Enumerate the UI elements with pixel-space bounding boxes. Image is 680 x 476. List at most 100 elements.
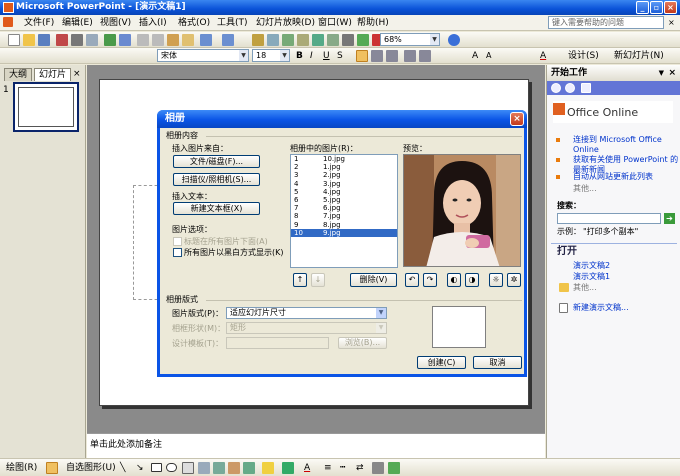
picture-list-item[interactable]: 9 8.jpg	[291, 221, 397, 229]
move-down-button[interactable]: ↓	[311, 273, 325, 287]
autoshapes-button[interactable]: 自选图形(U)	[66, 462, 116, 474]
diagram-icon[interactable]	[213, 462, 225, 474]
search-input[interactable]	[557, 213, 661, 224]
design-button[interactable]: 设计(S)	[568, 50, 599, 62]
grid-icon[interactable]	[357, 34, 369, 46]
format-painter-icon[interactable]	[182, 34, 194, 46]
underline-icon[interactable]: U	[323, 50, 330, 62]
dropdown-icon[interactable]: ▼	[659, 65, 664, 81]
oval-icon[interactable]	[166, 463, 177, 472]
decrease-font-icon[interactable]: A	[486, 50, 491, 62]
numbering-icon[interactable]	[404, 50, 416, 62]
remove-button[interactable]: 删除(V)	[350, 273, 397, 287]
draw-font-color-icon[interactable]: A	[304, 462, 310, 474]
picture-list-item[interactable]: 10 9.jpg	[291, 228, 397, 237]
research-icon[interactable]	[119, 34, 131, 46]
zoom-combo[interactable]: 68% ▼	[380, 33, 440, 46]
picture-icon[interactable]	[243, 462, 255, 474]
rotate-left-icon[interactable]: ↶	[405, 273, 419, 287]
font-name-combo[interactable]: 宋体 ▼	[157, 49, 249, 62]
picture-list-item[interactable]: 3 2.jpg	[291, 171, 397, 179]
close-pane-icon[interactable]: ×	[73, 68, 81, 80]
font-size-combo[interactable]: 18 ▼	[252, 49, 290, 62]
recent-file-1[interactable]: 演示文稿1	[573, 272, 610, 282]
design-template-input[interactable]	[226, 337, 329, 349]
create-button[interactable]: 创建(C)	[417, 356, 466, 369]
rotate-right-icon[interactable]: ↷	[423, 273, 437, 287]
insert-table-icon[interactable]	[267, 34, 279, 46]
file-disk-button[interactable]: 文件/磁盘(F)...	[173, 155, 260, 168]
home-icon[interactable]	[581, 83, 591, 93]
browse-button[interactable]: 浏览(B)...	[338, 337, 387, 349]
picture-list-item[interactable]: 4 3.jpg	[291, 180, 397, 188]
open-icon[interactable]	[23, 34, 35, 46]
minimize-button[interactable]: _	[636, 1, 649, 14]
expand-all-icon[interactable]	[327, 34, 339, 46]
insert-picture-icon[interactable]	[312, 34, 324, 46]
copy-icon[interactable]	[152, 34, 164, 46]
line-style-icon[interactable]: ≡	[324, 462, 332, 474]
menu-file[interactable]: 文件(F)	[24, 17, 54, 29]
textbox-icon[interactable]	[182, 462, 194, 474]
menu-view[interactable]: 视图(V)	[100, 17, 131, 29]
wordart-icon[interactable]	[198, 462, 210, 474]
tables-borders-icon[interactable]	[282, 34, 294, 46]
menu-tools[interactable]: 工具(T)	[217, 17, 248, 29]
black-white-checkbox[interactable]	[173, 248, 182, 257]
link-auto-update[interactable]: 自动从网站更新此列表	[573, 172, 653, 182]
dash-style-icon[interactable]: ┅	[340, 462, 345, 474]
maximize-button[interactable]: ▫	[650, 1, 663, 14]
picture-list-item[interactable]: 7 6.jpg	[291, 204, 397, 212]
menu-window[interactable]: 窗口(W)	[318, 17, 352, 29]
menu-help[interactable]: 帮助(H)	[357, 17, 389, 29]
close-icon[interactable]: ×	[668, 65, 676, 81]
link-new-presentation[interactable]: 新建演示文稿...	[573, 303, 629, 313]
link-more-files[interactable]: 其他...	[573, 283, 597, 293]
picture-list-item[interactable]: 6 5.jpg	[291, 196, 397, 204]
menu-edit[interactable]: 编辑(E)	[62, 17, 93, 29]
arrow-style-icon[interactable]: ⇄	[356, 462, 364, 474]
clipart-icon[interactable]	[228, 462, 240, 474]
increase-contrast-icon[interactable]: ◐	[447, 273, 461, 287]
move-up-button[interactable]: ↑	[293, 273, 307, 287]
bold-icon[interactable]: B	[296, 50, 303, 62]
dialog-close-button[interactable]: ×	[510, 112, 524, 126]
redo-icon[interactable]	[222, 34, 234, 46]
undo-icon[interactable]	[200, 34, 212, 46]
close-button[interactable]: ×	[664, 1, 677, 14]
menu-insert[interactable]: 插入(I)	[139, 17, 167, 29]
align-left-icon[interactable]	[356, 50, 368, 62]
paste-icon[interactable]	[167, 34, 179, 46]
permission-icon[interactable]	[56, 34, 68, 46]
link-connect-online[interactable]: 连接到 Microsoft Office Online	[573, 135, 677, 155]
decrease-brightness-icon[interactable]: ✲	[507, 273, 521, 287]
new-icon[interactable]	[8, 34, 20, 46]
3d-style-icon[interactable]	[388, 462, 400, 474]
picture-list-item[interactable]: 8 7.jpg	[291, 212, 397, 220]
rectangle-icon[interactable]	[151, 463, 162, 472]
bullets-icon[interactable]	[419, 50, 431, 62]
tab-slides[interactable]: 幻灯片	[34, 68, 72, 81]
line-color-icon[interactable]	[282, 462, 294, 474]
new-slide-button[interactable]: 新幻灯片(N)	[614, 50, 664, 62]
align-center-icon[interactable]	[371, 50, 383, 62]
frame-shape-select[interactable]: 矩形 ▼	[226, 322, 387, 334]
caption-below-checkbox[interactable]	[173, 237, 182, 246]
draw-menu-button[interactable]: 绘图(R)	[6, 462, 37, 474]
recent-file-2[interactable]: 演示文稿2	[573, 261, 610, 271]
help-search-input[interactable]: 键入需要帮助的问题	[548, 16, 664, 29]
picture-list-item[interactable]: 1 10.jpg	[291, 155, 397, 163]
arrow-icon[interactable]: ↘	[136, 462, 144, 474]
save-icon[interactable]	[38, 34, 50, 46]
picture-layout-select[interactable]: 适应幻灯片尺寸 ▼	[226, 307, 387, 319]
tab-outline[interactable]: 大纲	[4, 68, 33, 81]
help-icon[interactable]	[448, 34, 460, 46]
increase-brightness-icon[interactable]: ☼	[489, 273, 503, 287]
link-more-online[interactable]: 其他...	[573, 184, 597, 194]
menu-format[interactable]: 格式(O)	[178, 17, 210, 29]
italic-icon[interactable]: I	[310, 50, 313, 62]
picture-list-item[interactable]: 2 1.jpg	[291, 163, 397, 171]
show-formatting-icon[interactable]	[342, 34, 354, 46]
search-go-icon[interactable]: ➔	[664, 213, 675, 224]
print-preview-icon[interactable]	[86, 34, 98, 46]
